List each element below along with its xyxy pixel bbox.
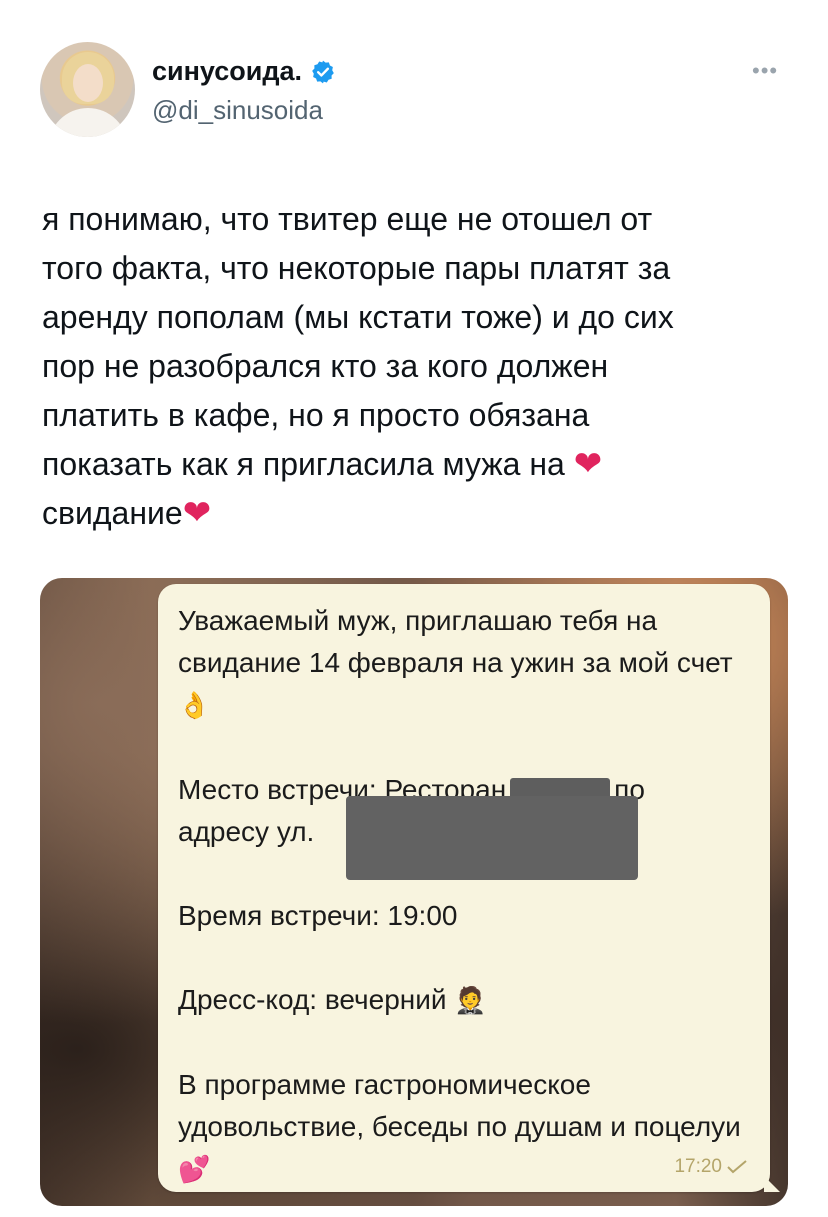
- chat-message-text: Уважаемый муж, приглашаю тебя на свидани…: [178, 600, 763, 1191]
- message-dress-code: Дресс-код: вечерний: [178, 984, 447, 1015]
- user-handle[interactable]: @di_sinusoida: [152, 95, 323, 126]
- heart-icon: ❤: [182, 493, 212, 533]
- display-name[interactable]: синусоида.: [152, 56, 302, 87]
- tweet-media-image[interactable]: Уважаемый муж, приглашаю тебя на свидани…: [40, 578, 788, 1206]
- message-address: адресу ул.: [178, 816, 315, 847]
- message-status: 17:20: [674, 1156, 748, 1178]
- tweet-body: я понимаю, что твитер еще не отошел от т…: [42, 201, 674, 482]
- chat-message-bubble: Уважаемый муж, приглашаю тебя на свидани…: [158, 584, 780, 1192]
- two-hearts-icon: 💕: [178, 1155, 211, 1185]
- check-icon: [727, 1160, 747, 1174]
- more-options-icon[interactable]: •••: [752, 58, 778, 84]
- heart-icon: ❤: [573, 444, 603, 484]
- redacted-address: [346, 796, 638, 880]
- message-timestamp: 17:20: [674, 1156, 722, 1177]
- tweet-body-end: свидание: [42, 495, 183, 531]
- tweet-text: я понимаю, что твитер еще не отошел от т…: [42, 195, 782, 538]
- author-name-row[interactable]: синусоида.: [152, 56, 336, 87]
- bubble-tail: [764, 1176, 780, 1192]
- verified-badge-icon: [312, 60, 334, 83]
- pinch-hand-icon: 👌: [178, 691, 211, 721]
- avatar[interactable]: [40, 42, 135, 137]
- message-invitation: Уважаемый муж, приглашаю тебя на свидани…: [178, 605, 733, 678]
- avatar-face: [73, 64, 103, 102]
- message-time: Время встречи: 19:00: [178, 900, 458, 931]
- avatar-shirt: [48, 108, 128, 137]
- tuxedo-person-icon: 🤵: [454, 986, 487, 1016]
- message-program: В программе гастрономическое удовольстви…: [178, 1069, 741, 1142]
